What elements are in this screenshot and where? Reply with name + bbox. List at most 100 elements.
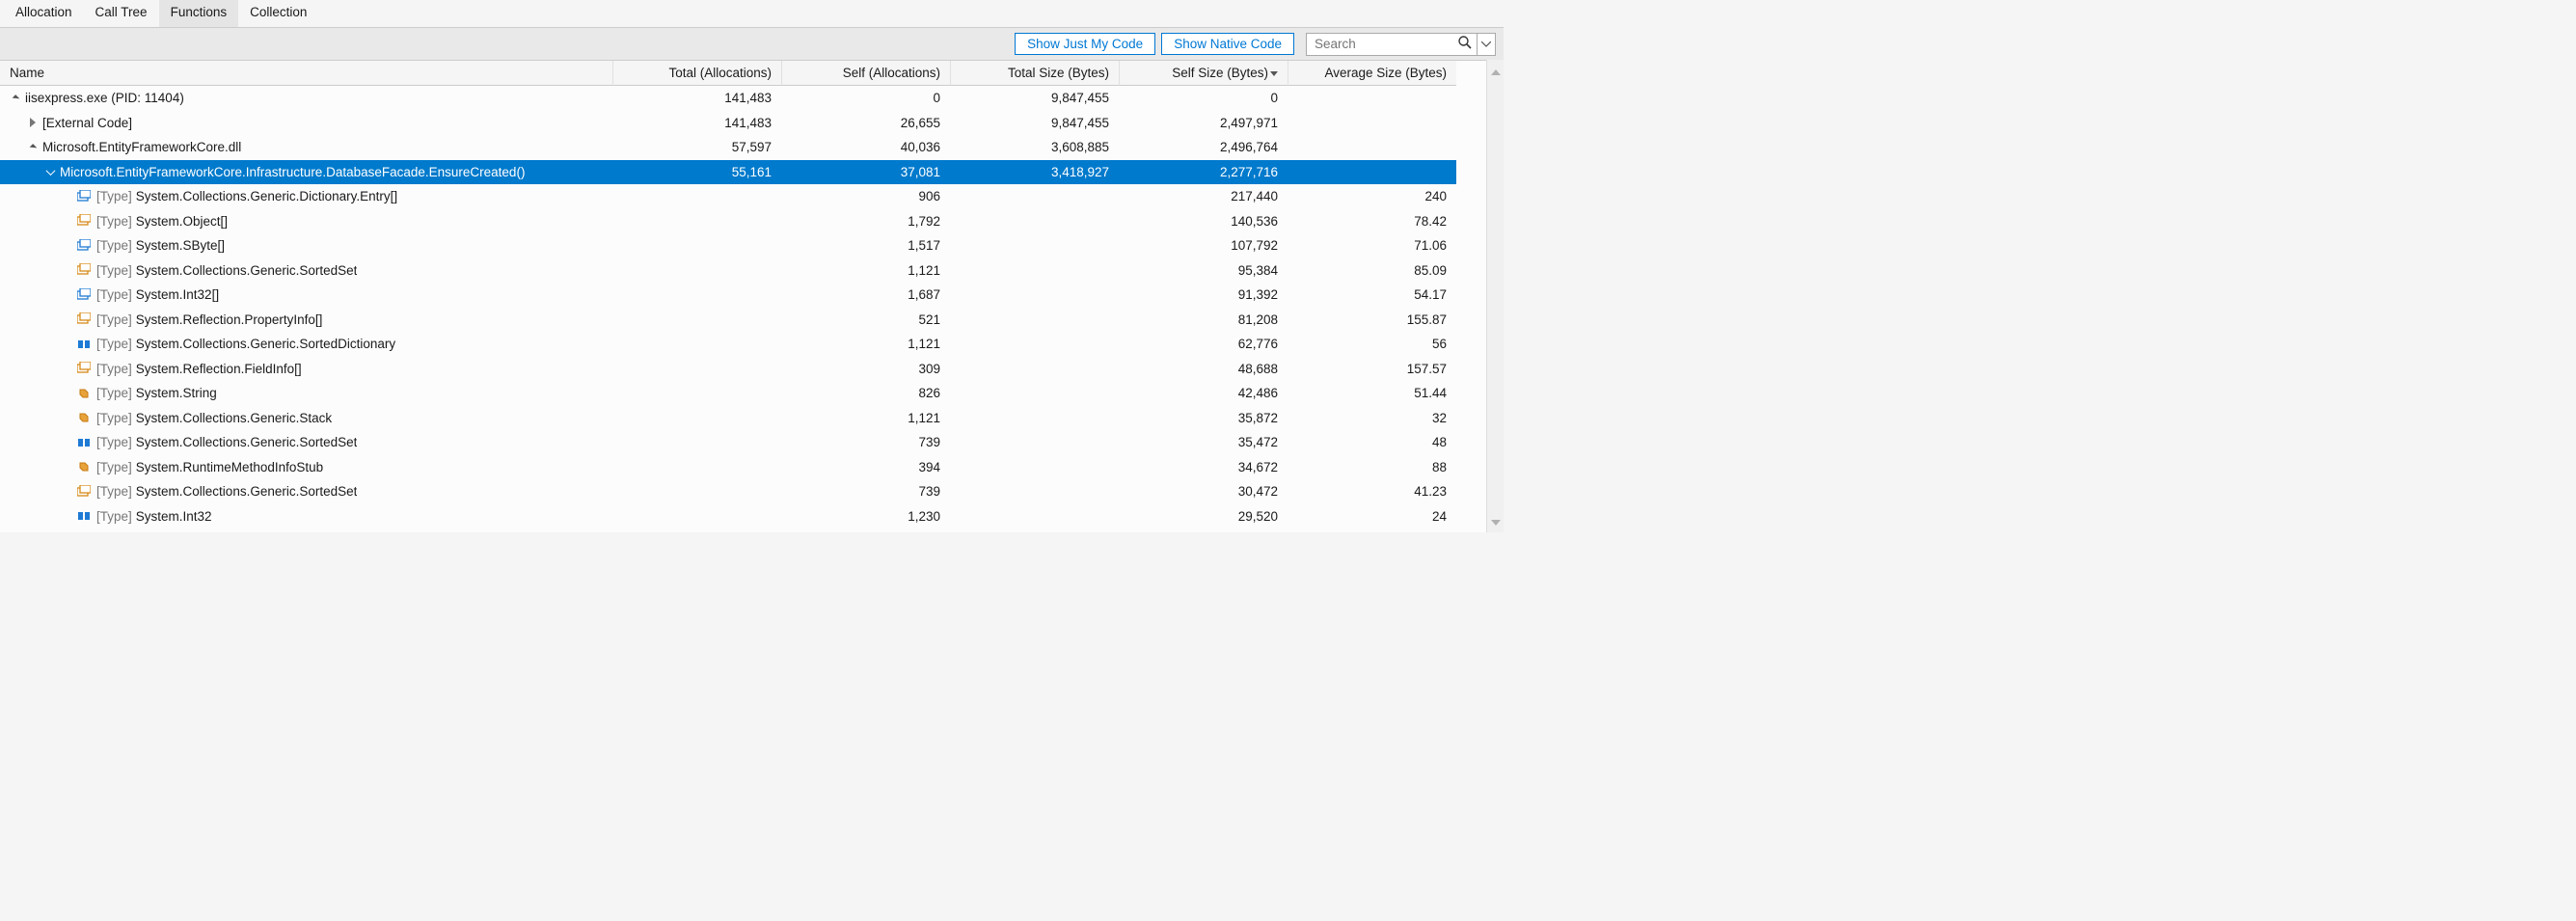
cell-value: 240 — [1288, 184, 1456, 209]
type-prefix: [Type] — [96, 410, 132, 426]
tree-row[interactable]: [Type]System.RuntimeMethodInfoStub — [0, 455, 612, 480]
cell-value: 2,277,716 — [1119, 160, 1288, 185]
type-prefix: [Type] — [96, 434, 132, 450]
cell-value — [950, 479, 1119, 504]
row-name: System.Reflection.FieldInfo[] — [136, 361, 302, 377]
cell-value: 739 — [781, 430, 950, 455]
tree-row[interactable]: [Type]System.Int32 — [0, 504, 612, 529]
col-name[interactable]: Name — [0, 61, 612, 86]
tree-row[interactable]: [Type]System.Reflection.FieldInfo[] — [0, 357, 612, 382]
row-name: System.RuntimeMethodInfoStub — [136, 459, 323, 475]
cell-value — [950, 283, 1119, 308]
tree-row[interactable]: iisexpress.exe (PID: 11404) — [0, 86, 612, 111]
cell-value — [950, 430, 1119, 455]
search-dropdown[interactable] — [1477, 34, 1491, 55]
col-avg-size[interactable]: Average Size (Bytes) — [1288, 61, 1456, 86]
cell-value: 140,536 — [1119, 209, 1288, 234]
show-native-code-button[interactable]: Show Native Code — [1161, 33, 1294, 55]
expander-icon[interactable] — [44, 166, 56, 177]
tree-row[interactable]: [Type]System.Collections.Generic.SortedS… — [0, 430, 612, 455]
cell-value — [1288, 111, 1456, 136]
type-icon — [77, 362, 91, 375]
show-just-my-code-button[interactable]: Show Just My Code — [1015, 33, 1155, 55]
tree-row[interactable]: [Type]System.SByte[] — [0, 233, 612, 258]
vertical-scrollbar[interactable] — [1486, 60, 1504, 532]
expander-icon[interactable] — [10, 93, 21, 104]
tree-row[interactable]: [Type]System.String — [0, 381, 612, 406]
cell-value — [950, 332, 1119, 357]
tab-allocation[interactable]: Allocation — [4, 0, 84, 27]
functions-grid: Name Total (Allocations) Self (Allocatio… — [0, 61, 1504, 528]
cell-value — [1288, 86, 1456, 111]
cell-value: 906 — [781, 184, 950, 209]
tree-row[interactable]: [Type]System.Collections.Generic.SortedS… — [0, 479, 612, 504]
cell-value: 37,081 — [781, 160, 950, 185]
row-name: [External Code] — [42, 115, 132, 131]
cell-value — [612, 381, 781, 406]
cell-value: 41.23 — [1288, 479, 1456, 504]
col-total-size[interactable]: Total Size (Bytes) — [950, 61, 1119, 86]
search-box[interactable] — [1306, 33, 1496, 56]
cell-value — [612, 479, 781, 504]
cell-value — [1288, 160, 1456, 185]
col-self-size[interactable]: Self Size (Bytes) — [1119, 61, 1288, 86]
cell-value: 78.42 — [1288, 209, 1456, 234]
cell-value: 62,776 — [1119, 332, 1288, 357]
scroll-down-icon[interactable] — [1491, 514, 1501, 528]
cell-value — [950, 209, 1119, 234]
cell-value: 88 — [1288, 455, 1456, 480]
type-icon — [77, 214, 91, 228]
tree-row[interactable]: Microsoft.EntityFrameworkCore.dll — [0, 135, 612, 160]
tree-row[interactable]: [Type]System.Object[] — [0, 209, 612, 234]
tree-row[interactable]: [Type]System.Collections.Generic.Stack — [0, 406, 612, 431]
tab-collection[interactable]: Collection — [238, 0, 318, 27]
cell-value: 394 — [781, 455, 950, 480]
tab-call-tree[interactable]: Call Tree — [84, 0, 159, 27]
tree-row[interactable]: [Type]System.Collections.Generic.SortedD… — [0, 332, 612, 357]
type-icon — [77, 338, 91, 351]
row-name: System.String — [136, 385, 217, 401]
cell-value — [950, 184, 1119, 209]
type-icon — [77, 263, 91, 277]
tree-row[interactable]: [Type]System.Collections.Generic.Diction… — [0, 184, 612, 209]
type-prefix: [Type] — [96, 286, 132, 303]
cell-value: 24 — [1288, 504, 1456, 529]
cell-value: 34,672 — [1119, 455, 1288, 480]
search-icon[interactable] — [1457, 35, 1473, 53]
cell-value: 26,655 — [781, 111, 950, 136]
type-icon — [77, 485, 91, 499]
scroll-up-icon[interactable] — [1491, 64, 1501, 78]
type-icon — [77, 190, 91, 203]
expander-icon[interactable] — [27, 117, 39, 128]
row-name: System.Object[] — [136, 213, 228, 230]
tree-row[interactable]: [Type]System.Collections.Generic.SortedS… — [0, 258, 612, 284]
col-self-alloc[interactable]: Self (Allocations) — [781, 61, 950, 86]
cell-value: 1,230 — [781, 504, 950, 529]
cell-value: 85.09 — [1288, 258, 1456, 284]
cell-value: 1,687 — [781, 283, 950, 308]
tree-row[interactable]: [External Code] — [0, 111, 612, 136]
row-name: System.Int32[] — [136, 286, 219, 303]
type-prefix: [Type] — [96, 508, 132, 525]
cell-value: 0 — [781, 86, 950, 111]
tree-row[interactable]: Microsoft.EntityFrameworkCore.Infrastruc… — [0, 160, 612, 185]
cell-value: 48,688 — [1119, 357, 1288, 382]
cell-value: 56 — [1288, 332, 1456, 357]
cell-value — [950, 308, 1119, 333]
tab-bar: AllocationCall TreeFunctionsCollection — [0, 0, 1504, 28]
cell-value: 9,847,455 — [950, 86, 1119, 111]
search-input[interactable] — [1313, 36, 1457, 52]
cell-value — [950, 406, 1119, 431]
expander-icon[interactable] — [27, 142, 39, 153]
cell-value — [950, 381, 1119, 406]
tree-row[interactable]: [Type]System.Reflection.PropertyInfo[] — [0, 308, 612, 333]
tab-functions[interactable]: Functions — [159, 0, 239, 27]
cell-value: 2,497,971 — [1119, 111, 1288, 136]
tree-row[interactable]: [Type]System.Int32[] — [0, 283, 612, 308]
col-total-alloc[interactable]: Total (Allocations) — [612, 61, 781, 86]
cell-value: 826 — [781, 381, 950, 406]
cell-value: 2,496,764 — [1119, 135, 1288, 160]
cell-value: 95,384 — [1119, 258, 1288, 284]
cell-value: 91,392 — [1119, 283, 1288, 308]
cell-value — [950, 357, 1119, 382]
